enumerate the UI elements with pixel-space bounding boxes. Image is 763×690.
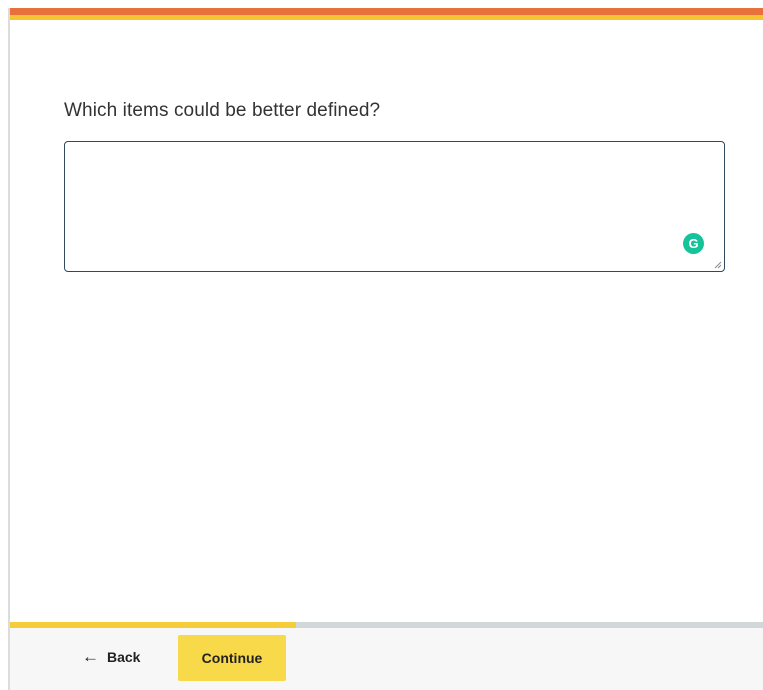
page-left-border — [8, 8, 10, 690]
progress-bar — [10, 622, 763, 628]
resize-handle-icon[interactable] — [714, 261, 722, 269]
grammarly-icon[interactable]: G — [683, 233, 704, 254]
answer-textarea[interactable] — [65, 142, 724, 271]
continue-button[interactable]: Continue — [178, 635, 286, 681]
arrow-left-icon: ← — [82, 647, 99, 666]
back-button-label: Back — [107, 648, 141, 665]
continue-button-label: Continue — [201, 650, 263, 666]
question-label: Which items could be better defined? — [64, 100, 381, 121]
header-accent-bar — [10, 8, 763, 15]
progress-bar-fill — [10, 622, 297, 628]
grammarly-icon-letter: G — [688, 236, 699, 251]
survey-page: Which items could be better defined? G ←… — [0, 0, 763, 690]
footer: ← Back Continue — [10, 622, 763, 690]
back-button[interactable]: ← Back — [82, 648, 140, 665]
header-secondary-bar — [10, 15, 763, 20]
answer-textarea-container: G — [64, 141, 725, 272]
